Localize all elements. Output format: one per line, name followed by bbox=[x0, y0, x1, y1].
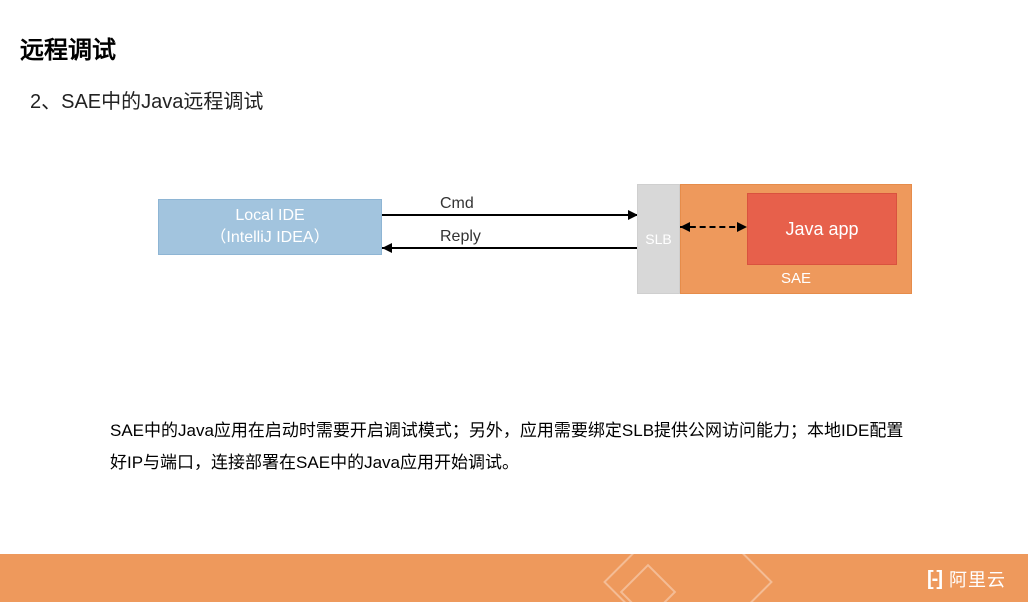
brand-text: 阿里云 bbox=[949, 566, 1006, 592]
reply-arrow-head bbox=[382, 243, 392, 253]
slb-java-arrow-left bbox=[680, 222, 690, 232]
sae-label: SAE bbox=[781, 270, 811, 287]
reply-label: Reply bbox=[440, 228, 481, 246]
slb-label: SLB bbox=[645, 231, 671, 247]
slb-box: SLB bbox=[637, 184, 680, 294]
reply-arrow-line bbox=[382, 247, 637, 249]
footer-bar: [-] 阿里云 bbox=[0, 554, 1028, 602]
local-ide-box: Local IDE （IntelliJ IDEA） bbox=[158, 199, 382, 255]
cmd-label: Cmd bbox=[440, 195, 474, 213]
java-app-box: Java app bbox=[747, 193, 897, 265]
sae-box: Java app SAE bbox=[680, 184, 912, 294]
ide-line1: Local IDE bbox=[235, 205, 304, 227]
java-app-label: Java app bbox=[785, 219, 858, 240]
brand-bracket-icon: [-] bbox=[927, 568, 941, 591]
page-title: 远程调试 bbox=[20, 30, 116, 65]
ide-line2: （IntelliJ IDEA） bbox=[210, 227, 329, 249]
slb-java-arrow-right bbox=[737, 222, 747, 232]
cmd-arrow-line bbox=[382, 214, 637, 216]
sub-title: 2、SAE中的Java远程调试 bbox=[30, 85, 263, 114]
brand-logo: [-] 阿里云 bbox=[927, 566, 1006, 592]
description: SAE中的Java应用在启动时需要开启调试模式；另外，应用需要绑定SLB提供公网… bbox=[110, 415, 918, 480]
